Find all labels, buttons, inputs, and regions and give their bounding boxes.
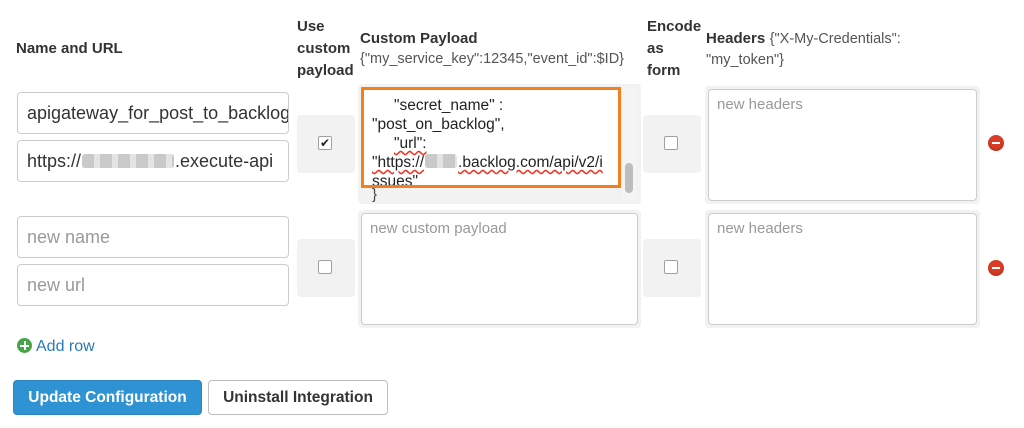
payload-closing-brace: } [372, 186, 378, 203]
payload-text: "secret_name" : "post_on_backlog", "url"… [372, 96, 612, 188]
headers-cell: new headers [705, 210, 980, 328]
url-placeholder: new url [27, 275, 86, 295]
header-line: form [647, 62, 681, 79]
payload-line: "https:// .backlog.com/api/v2/i [372, 153, 612, 172]
payload-line: ssues" [372, 172, 612, 188]
encode-as-form-checkbox[interactable] [664, 136, 678, 150]
column-header-encode-as-form: Encode as form [647, 16, 705, 82]
payload-url-prefix: "https:// [372, 154, 425, 171]
plus-circle-icon [17, 338, 32, 353]
remove-row-icon[interactable] [988, 135, 1004, 151]
header-line: Use [297, 18, 325, 35]
name-input[interactable]: new name [17, 216, 289, 258]
custom-payload-textarea[interactable]: "secret_name" : "post_on_backlog", "url"… [361, 87, 621, 188]
encode-as-form-cell [643, 239, 701, 297]
header-title: Custom Payload [360, 30, 478, 47]
use-custom-payload-cell: ✔ [297, 115, 355, 173]
payload-scrollbar-thumb[interactable] [625, 163, 633, 193]
url-suffix: .execute-api [175, 151, 274, 171]
payload-line: "secret_name" : [394, 97, 504, 114]
add-row-label: Add row [36, 338, 95, 355]
header-line: custom [297, 40, 351, 57]
name-input[interactable]: apigateway_for_post_to_backlog [17, 92, 289, 134]
checkmark-icon: ✔ [319, 136, 331, 150]
add-row-link[interactable]: Add row [17, 338, 95, 356]
encode-as-form-cell [643, 115, 701, 173]
custom-payload-placeholder: new custom payload [370, 220, 507, 237]
payload-line: "post_on_backlog", [372, 116, 505, 133]
name-placeholder: new name [27, 227, 111, 247]
remove-row-icon[interactable] [988, 260, 1004, 276]
use-custom-payload-checkbox[interactable] [318, 260, 332, 274]
use-custom-payload-checkbox[interactable]: ✔ [318, 136, 332, 150]
column-header-name-url: Name and URL [16, 40, 123, 57]
url-prefix: https:// [27, 151, 82, 171]
uninstall-integration-button[interactable]: Uninstall Integration [208, 380, 388, 415]
url-input[interactable]: new url [17, 264, 289, 306]
headers-textarea[interactable]: new headers [708, 89, 977, 201]
custom-payload-textarea[interactable]: new custom payload [361, 213, 638, 325]
payload-key-url: "url": [394, 135, 427, 152]
header-line: Encode [647, 18, 702, 35]
headers-placeholder: new headers [717, 96, 803, 113]
use-custom-payload-cell [297, 239, 355, 297]
url-input[interactable]: https:// .execute-api [17, 140, 289, 182]
headers-textarea[interactable]: new headers [708, 213, 977, 325]
header-line: as [647, 40, 664, 57]
redacted-text [425, 154, 458, 168]
payload-url-suffix: .backlog.com/api/v2/i [458, 154, 603, 171]
headers-placeholder: new headers [717, 220, 803, 237]
column-header-custom-payload: Custom Payload {"my_service_key":12345,"… [360, 28, 650, 70]
encode-as-form-checkbox[interactable] [664, 260, 678, 274]
column-header-use-custom-payload: Use custom payload [297, 16, 361, 82]
header-line: payload [297, 62, 354, 79]
update-configuration-button[interactable]: Update Configuration [13, 380, 202, 415]
header-example: "my_token"} [706, 52, 785, 68]
custom-payload-cell: new custom payload [358, 210, 641, 328]
header-example: {"my_service_key":12345,"event_id":$ID} [360, 51, 625, 67]
column-header-headers: Headers {"X-My-Credentials": "my_token"} [706, 28, 936, 71]
payload-url-end: ssues" [372, 173, 418, 188]
headers-cell: new headers [705, 86, 980, 204]
payload-line: "url": [372, 134, 612, 153]
header-title: Headers [706, 30, 766, 47]
header-example: {"X-My-Credentials": [769, 31, 901, 47]
redacted-text [82, 154, 175, 168]
